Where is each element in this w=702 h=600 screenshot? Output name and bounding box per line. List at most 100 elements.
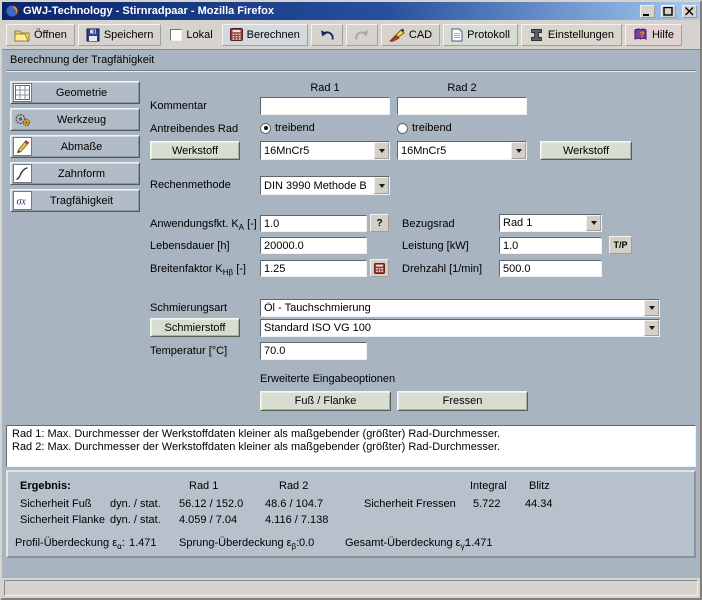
column-header-rad1: Rad 1	[310, 82, 340, 94]
schmierungsart-value: Öl - Tauchschmierung	[264, 302, 371, 314]
chevron-down-icon[interactable]	[374, 142, 389, 159]
bezugsrad-select[interactable]: Rad 1	[499, 214, 602, 232]
gesamt-ueberdeckung-value: 1.471	[465, 537, 493, 549]
sidebar-item-zahnform[interactable]: Zahnform	[10, 162, 140, 185]
cad-button[interactable]: CAD	[380, 23, 441, 46]
driving-rad1-radio[interactable]	[260, 122, 271, 134]
fuss-rad2-value: 48.6 / 104.7	[265, 498, 324, 510]
material-rad1-select[interactable]: 16MnCr5	[260, 141, 390, 160]
open-button[interactable]: Öffnen	[6, 23, 75, 46]
leistung-input[interactable]	[499, 237, 602, 254]
material-button-right[interactable]: Werkstoff	[540, 141, 632, 160]
schmierstoff-button[interactable]: Schmierstoff	[150, 318, 240, 337]
ka-input[interactable]	[260, 215, 367, 232]
ka-help-button[interactable]: ?	[370, 214, 389, 232]
chevron-down-icon[interactable]	[374, 177, 389, 194]
method-select[interactable]: DIN 3990 Methode B	[260, 176, 390, 195]
undo-icon	[319, 29, 335, 41]
material-rad2-value: 16MnCr5	[401, 144, 447, 157]
help-button-label: Hilfe	[651, 28, 674, 41]
sidebar-item-werkzeug[interactable]: Werkzeug	[10, 108, 140, 131]
driving-wheel-label: Antreibendes Rad	[150, 123, 239, 135]
schmierungsart-select[interactable]: Öl - Tauchschmierung	[260, 299, 660, 317]
redo-button[interactable]	[345, 23, 378, 46]
sidebar-item-geometrie[interactable]: Geometrie	[10, 81, 140, 104]
method-label: Rechenmethode	[150, 179, 231, 191]
sidebar-item-tragfaehigkeit[interactable]: σx Tragfähigkeit	[10, 189, 140, 212]
method-value: DIN 3990 Methode B	[264, 179, 367, 192]
local-checkbox-group[interactable]: Lokal	[164, 28, 218, 41]
temperatur-label: Temperatur [°C]	[150, 345, 228, 357]
fressen-row-label: Sicherheit Fressen	[364, 498, 456, 510]
protocol-button-label: Protokoll	[467, 28, 510, 41]
undo-button[interactable]	[310, 23, 343, 46]
fuss-row-label: Sicherheit Fuß	[20, 498, 92, 510]
protocol-button[interactable]: Protokoll	[443, 23, 518, 46]
chevron-down-icon[interactable]	[644, 300, 659, 316]
fressen-integral-value: 5.722	[473, 498, 501, 510]
drehzahl-input[interactable]	[499, 260, 602, 277]
svg-text:σx: σx	[17, 197, 27, 208]
tooth-profile-icon	[13, 164, 32, 183]
column-header-rad2: Rad 2	[447, 82, 477, 94]
page-title: Berechnung der Tragfähigkeit	[10, 54, 155, 66]
local-checkbox[interactable]	[170, 28, 183, 41]
material-button-left[interactable]: Werkstoff	[150, 141, 240, 160]
sidebar-item-label: Tragfähigkeit	[49, 194, 114, 207]
firefox-icon	[5, 4, 19, 18]
driving-rad1-radio-group[interactable]: treibend	[260, 122, 315, 134]
document-icon	[451, 28, 463, 42]
titlebar: GWJ-Technology - Stirnradpaar - Mozilla …	[2, 2, 700, 20]
settings-button[interactable]: Einstellungen	[520, 23, 622, 46]
ka-label: Anwendungsfkt. KA [-]	[150, 218, 257, 233]
open-button-label: Öffnen	[34, 28, 67, 41]
sidebar-item-label: Geometrie	[55, 86, 108, 99]
window-title: GWJ-Technology - Stirnradpaar - Mozilla …	[23, 5, 274, 17]
driving-rad2-radio-label: treibend	[412, 122, 452, 134]
material-rad2-select[interactable]: 16MnCr5	[397, 141, 527, 160]
khb-label: Breitenfaktor KHβ [-]	[150, 263, 246, 278]
calculate-button[interactable]: Berechnen	[221, 23, 308, 46]
chevron-down-icon[interactable]	[511, 142, 526, 159]
tp-toggle-button[interactable]: T/P	[609, 236, 632, 254]
maximize-button[interactable]	[661, 4, 676, 18]
khb-input[interactable]	[260, 260, 367, 277]
calculator-icon	[229, 28, 243, 41]
status-bar	[2, 578, 700, 598]
bezugsrad-value: Rad 1	[503, 217, 533, 229]
temperatur-input[interactable]	[260, 342, 367, 360]
profil-ueberdeckung-label: Profil-Überdeckung εα:	[15, 537, 125, 552]
fuss-row-mode: dyn. / stat.	[110, 498, 161, 510]
minimize-button[interactable]	[640, 4, 655, 18]
bezugsrad-label: Bezugsrad	[402, 218, 455, 230]
results-col-rad1: Rad 1	[189, 480, 219, 492]
fuss-flanke-button[interactable]: Fuß / Flanke	[260, 391, 391, 411]
toolbar: Öffnen Speichern Lokal Berechnen CAD Pro…	[2, 20, 700, 50]
comment-label: Kommentar	[150, 100, 207, 112]
mini-calculator-icon	[374, 262, 385, 274]
chevron-down-icon[interactable]	[586, 215, 601, 231]
results-panel: Ergebnis: Rad 1 Rad 2 Integral Blitz Sic…	[6, 470, 696, 558]
geometry-grid-icon	[13, 83, 32, 102]
comment-rad1-input[interactable]	[260, 97, 390, 115]
sidebar-item-abmasse[interactable]: Abmaße	[10, 135, 140, 158]
lebensdauer-input[interactable]	[260, 237, 367, 254]
schmierstoff-select[interactable]: Standard ISO VG 100	[260, 319, 660, 337]
driving-rad2-radio-group[interactable]: treibend	[397, 122, 452, 134]
results-col-rad2: Rad 2	[279, 480, 309, 492]
driving-rad1-radio-label: treibend	[275, 122, 315, 134]
close-button[interactable]	[682, 4, 697, 18]
gears-icon	[13, 110, 32, 129]
khb-calculator-button[interactable]	[370, 259, 389, 277]
flanke-row-mode: dyn. / stat.	[110, 514, 161, 526]
gesamt-ueberdeckung-label: Gesamt-Überdeckung εγ:	[345, 537, 468, 552]
save-button[interactable]: Speichern	[77, 23, 162, 46]
chevron-down-icon[interactable]	[644, 320, 659, 336]
flanke-rad2-value: 4.116 / 7.138	[265, 514, 329, 526]
fressen-button[interactable]: Fressen	[397, 391, 528, 411]
driving-rad2-radio[interactable]	[397, 122, 408, 134]
comment-rad2-input[interactable]	[397, 97, 527, 115]
save-button-label: Speichern	[103, 28, 154, 41]
help-button[interactable]: ? Hilfe	[624, 23, 682, 46]
status-bar-field	[4, 580, 698, 596]
